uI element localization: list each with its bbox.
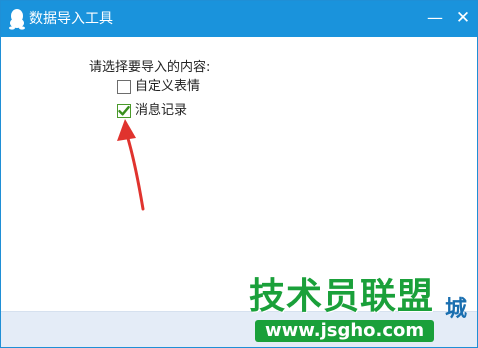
custom-emoticons-label[interactable]: 自定义表情	[135, 79, 200, 95]
watermark-title: 技术员联盟	[249, 276, 435, 317]
minimize-button[interactable]: —	[421, 1, 449, 37]
red-arrow-annotation	[117, 119, 145, 211]
title-bar[interactable]: 数据导入工具 — ✕	[1, 1, 477, 37]
import-prompt-label: 请选择要导入的内容:	[89, 60, 211, 75]
import-tool-window: 数据导入工具 — ✕ 请选择要导入的内容: 自定义表情 消息记录 技术员联盟 w…	[0, 0, 478, 348]
window-title: 数据导入工具	[29, 11, 113, 27]
custom-emoticons-checkbox[interactable]	[117, 80, 131, 94]
qq-penguin-icon	[9, 8, 25, 30]
site-watermark: 技术员联盟 www.jsgho.com 城	[249, 277, 473, 347]
close-button[interactable]: ✕	[449, 1, 477, 37]
watermark-url: www.jsgho.com	[255, 320, 435, 342]
watermark-suffix: 城	[445, 297, 468, 322]
